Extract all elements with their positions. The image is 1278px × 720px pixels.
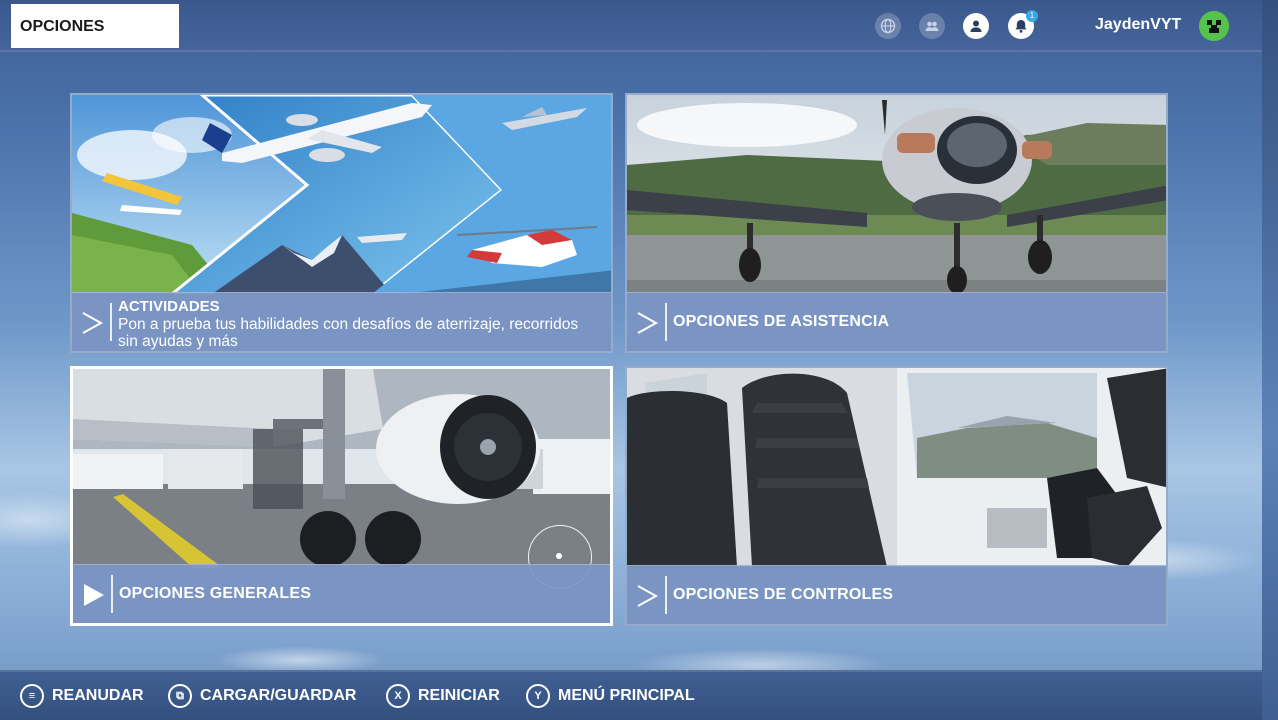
notifications-icon[interactable]: 1 <box>1008 10 1038 39</box>
card-title: OPCIONES DE ASISTENCIA <box>673 313 890 330</box>
asistencia-image <box>627 95 1166 294</box>
load-save-label: CARGAR/GUARDAR <box>200 687 357 704</box>
label-divider <box>111 575 113 613</box>
card-description: Pon a prueba tus habilidades con desafío… <box>118 316 579 350</box>
generales-label-panel: OPCIONES GENERALES <box>73 564 610 623</box>
card-opciones-controles[interactable]: OPCIONES DE CONTROLES <box>625 366 1168 626</box>
y-button-icon: Y <box>526 684 550 708</box>
view-icon: ⧉ <box>168 684 192 708</box>
controles-label-panel: OPCIONES DE CONTROLES <box>627 565 1166 624</box>
username[interactable]: JaydenVYT <box>1095 16 1181 34</box>
card-actividades[interactable]: ACTIVIDADES Pon a prueba tus habilidades… <box>70 93 613 353</box>
notification-badge: 1 <box>1026 10 1038 22</box>
controles-image <box>627 368 1166 567</box>
top-bar: OPCIONES 1 JaydenVYT <box>0 0 1262 52</box>
asistencia-label-panel: OPCIONES DE ASISTENCIA <box>627 292 1166 351</box>
label-divider <box>665 303 667 341</box>
scroll-edge <box>1262 0 1278 720</box>
card-opciones-generales[interactable]: OPCIONES GENERALES <box>70 366 613 626</box>
actividades-image <box>72 95 611 294</box>
globe-icon[interactable] <box>875 13 901 39</box>
load-save-button[interactable]: ⧉ CARGAR/GUARDAR <box>168 684 356 708</box>
profile-icon[interactable] <box>963 13 989 39</box>
card-opciones-asistencia[interactable]: OPCIONES DE ASISTENCIA <box>625 93 1168 353</box>
label-divider <box>110 303 112 341</box>
avatar[interactable] <box>1199 11 1229 41</box>
card-title: OPCIONES GENERALES <box>119 585 312 602</box>
generales-image <box>73 369 610 568</box>
bottom-action-bar: ≡ REANUDAR ⧉ CARGAR/GUARDAR X REINICIAR … <box>0 670 1262 720</box>
card-title: OPCIONES DE CONTROLES <box>673 586 894 603</box>
label-divider <box>665 576 667 614</box>
cursor-dot <box>556 553 562 559</box>
friends-icon[interactable] <box>919 13 945 39</box>
resume-label: REANUDAR <box>52 687 144 704</box>
main-menu-button[interactable]: Y MENÚ PRINCIPAL <box>526 684 695 708</box>
restart-label: REINICIAR <box>418 687 500 704</box>
chevron-right-icon <box>635 584 661 608</box>
resume-button[interactable]: ≡ REANUDAR <box>20 684 144 708</box>
main-menu-label: MENÚ PRINCIPAL <box>558 687 695 704</box>
page-title: OPCIONES <box>11 4 179 48</box>
actividades-label-panel: ACTIVIDADES Pon a prueba tus habilidades… <box>72 292 611 351</box>
chevron-right-icon <box>81 583 107 607</box>
card-title: ACTIVIDADES <box>118 298 220 315</box>
chevron-right-icon <box>80 311 106 335</box>
chevron-right-icon <box>635 311 661 335</box>
x-button-icon: X <box>386 684 410 708</box>
menu-icon: ≡ <box>20 684 44 708</box>
restart-button[interactable]: X REINICIAR <box>386 684 500 708</box>
